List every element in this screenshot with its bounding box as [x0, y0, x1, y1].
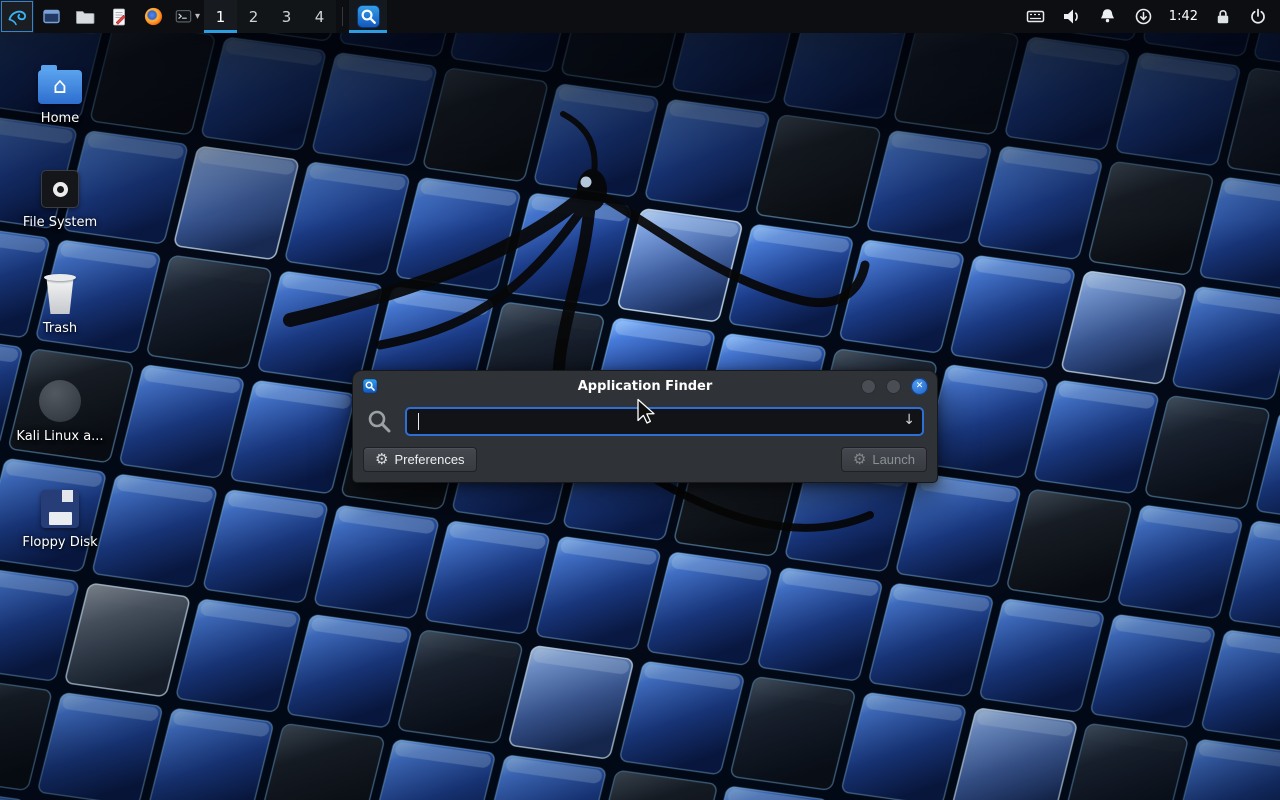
desktop-icon-label: File System — [12, 215, 108, 230]
minimize-button[interactable] — [861, 379, 876, 394]
panel-separator — [342, 7, 343, 26]
keyboard-icon[interactable] — [1025, 6, 1046, 27]
desktop-icon-label: Home — [12, 111, 108, 126]
window-titlebar[interactable]: Application Finder ✕ — [353, 371, 937, 401]
kali-dragon-icon — [6, 6, 28, 28]
power-icon[interactable] — [1248, 7, 1268, 27]
text-editor-button[interactable] — [102, 0, 136, 33]
maximize-button[interactable] — [886, 379, 901, 394]
network-icon[interactable] — [1133, 6, 1154, 27]
file-system-drive-icon — [41, 170, 79, 208]
window-icon — [41, 6, 62, 27]
desktop-icon-floppy-disk[interactable]: Floppy Disk — [12, 478, 108, 550]
trash-icon — [43, 274, 77, 314]
text-caret — [418, 413, 419, 430]
taskbar-application-finder[interactable] — [349, 0, 387, 33]
clock[interactable]: 1:42 — [1169, 9, 1198, 24]
search-input[interactable] — [405, 407, 924, 436]
workspace-3[interactable]: 3 — [270, 0, 303, 33]
window-title: Application Finder — [353, 379, 937, 394]
terminal-dropdown-button[interactable]: ▾ — [170, 0, 204, 33]
kali-disc-icon — [39, 380, 81, 422]
terminal-icon — [174, 6, 193, 27]
folder-icon — [74, 6, 96, 28]
preferences-button-label: Preferences — [394, 452, 464, 467]
house-icon: ⌂ — [38, 70, 82, 103]
volume-icon[interactable] — [1061, 6, 1082, 27]
workspace-2[interactable]: 2 — [237, 0, 270, 33]
top-panel: ▾ 1 2 3 4 — [0, 0, 1280, 33]
firefox-button[interactable] — [136, 0, 170, 33]
launch-button[interactable]: ⚙ Launch — [841, 447, 927, 472]
app-finder-icon — [356, 4, 381, 29]
close-button[interactable]: ✕ — [911, 378, 928, 395]
screen-lock-icon[interactable] — [1213, 7, 1233, 27]
floppy-disk-icon — [41, 490, 79, 528]
desktop-icon-trash[interactable]: Trash — [12, 264, 108, 336]
desktop-icon-file-system[interactable]: File System — [12, 158, 108, 230]
file-manager-button[interactable] — [68, 0, 102, 33]
desktop-icon-label: Kali Linux a... — [12, 429, 108, 444]
desktop-icon-label: Floppy Disk — [12, 535, 108, 550]
launch-gear-icon: ⚙ — [853, 452, 866, 467]
desktop-icon-label: Trash — [12, 321, 108, 336]
firefox-icon — [143, 6, 164, 27]
preferences-button[interactable]: ⚙ Preferences — [363, 447, 477, 472]
application-finder-window: Application Finder ✕ ↓ ⚙ Preferences ⚙ L… — [352, 370, 938, 483]
notifications-bell-icon[interactable] — [1097, 6, 1118, 27]
panel-launchers: ▾ 1 2 3 4 — [0, 0, 387, 33]
launch-button-label: Launch — [872, 452, 915, 467]
workspace-1[interactable]: 1 — [204, 0, 237, 33]
home-folder-icon: ⌂ — [38, 70, 82, 104]
desktop-icon-home[interactable]: ⌂ Home — [12, 54, 108, 126]
close-icon: ✕ — [916, 381, 924, 391]
chevron-down-icon: ▾ — [195, 11, 200, 22]
kali-menu-button[interactable] — [0, 0, 34, 33]
desktop-icon-kali-linux[interactable]: Kali Linux a... — [12, 372, 108, 444]
gear-icon: ⚙ — [375, 452, 388, 467]
search-icon — [366, 408, 394, 436]
document-pencil-icon — [108, 6, 130, 28]
show-desktop-button[interactable] — [34, 0, 68, 33]
workspace-4[interactable]: 4 — [303, 0, 336, 33]
panel-status-area: 1:42 — [1025, 0, 1280, 33]
app-finder-icon — [362, 378, 378, 394]
